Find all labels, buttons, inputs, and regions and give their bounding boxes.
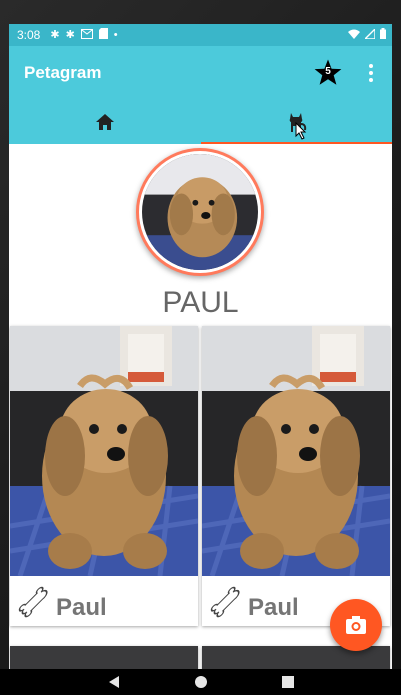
- tab-home[interactable]: [9, 100, 201, 144]
- status-bar: 3:08 ✱ ✱ •: [9, 24, 392, 46]
- signal-icon: [363, 27, 376, 42]
- gear-icon: ✱: [65, 28, 75, 41]
- pet-name: Paul: [248, 594, 299, 621]
- pet-card[interactable]: Paul: [10, 326, 198, 626]
- system-nav-bar: [0, 669, 401, 695]
- app-title: Petagram: [24, 63, 102, 82]
- status-right-icons: [348, 27, 386, 42]
- app-bar: Petagram 5: [9, 46, 392, 100]
- pet-photo: [10, 326, 198, 576]
- bone-icon[interactable]: [14, 582, 54, 622]
- pet-photo: [202, 326, 390, 576]
- app-screen: 3:08 ✱ ✱ • Petagram 5 PAUL Paul Paul: [9, 24, 392, 669]
- camera-icon: [346, 616, 366, 634]
- tab-indicator: [200, 142, 392, 144]
- dot-icon: •: [113, 28, 118, 41]
- mouse-cursor-icon: [295, 122, 307, 140]
- home-circle-icon[interactable]: [194, 675, 208, 689]
- favorites-button[interactable]: 5: [313, 58, 343, 88]
- pet-card[interactable]: Paul: [202, 326, 390, 626]
- back-icon[interactable]: [107, 675, 121, 689]
- profile-avatar[interactable]: [136, 148, 264, 276]
- recents-icon[interactable]: [281, 675, 295, 689]
- camera-fab[interactable]: [330, 599, 382, 651]
- dog-photo: [142, 154, 258, 270]
- favorites-count: 5: [325, 66, 331, 77]
- home-icon: [95, 114, 114, 130]
- sd-card-icon: [98, 28, 108, 42]
- pet-name: Paul: [56, 594, 107, 621]
- dog-photo: [10, 326, 198, 576]
- pet-photo: [10, 646, 198, 669]
- bone-icon[interactable]: [206, 582, 246, 622]
- gmail-icon: [80, 28, 93, 42]
- more-vert-icon[interactable]: [361, 60, 381, 86]
- status-time: 3:08: [17, 28, 41, 42]
- tab-bar: [9, 100, 392, 144]
- profile-name: PAUL: [162, 286, 239, 319]
- gear-icon: ✱: [50, 28, 60, 41]
- dog-photo: [202, 326, 390, 576]
- device-frame: 3:08 ✱ ✱ • Petagram 5 PAUL Paul Paul: [0, 0, 401, 695]
- pet-card[interactable]: [10, 646, 198, 669]
- wifi-icon: [348, 28, 360, 42]
- battery-icon: [380, 28, 386, 42]
